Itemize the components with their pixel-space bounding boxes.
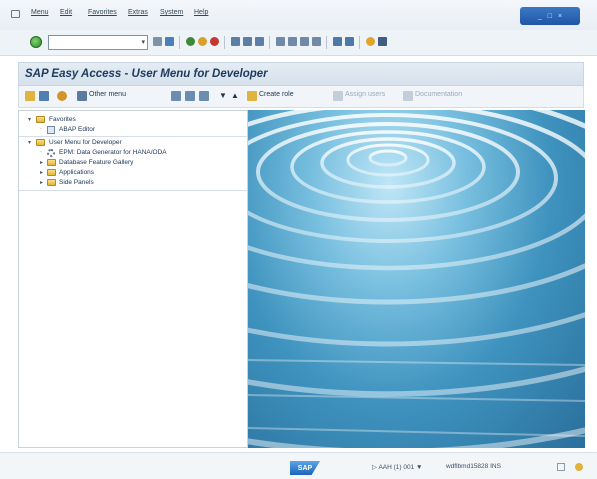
gear-icon: [47, 149, 55, 157]
documentation-button[interactable]: Documentation: [415, 91, 462, 98]
title-bar: SAP Easy Access - User Menu for Develope…: [18, 62, 584, 86]
menu-item-system[interactable]: System: [160, 9, 183, 16]
collapse-icon[interactable]: ▾: [28, 116, 31, 123]
leaf-marker-icon: ·: [40, 149, 42, 155]
command-input[interactable]: [49, 36, 135, 49]
toolbar-divider: [326, 36, 327, 49]
tree-node-label: Side Panels: [59, 179, 94, 186]
create-role-icon[interactable]: [247, 91, 257, 101]
page-title: SAP Easy Access - User Menu for Develope…: [25, 68, 268, 80]
save-icon[interactable]: [165, 37, 174, 46]
tree-node-label: EPM: Data Generator for HANA/ODA: [59, 149, 167, 156]
status-window-icon[interactable]: [557, 463, 565, 471]
last-page-icon[interactable]: [312, 37, 321, 46]
expand-icon[interactable]: ▸: [40, 179, 43, 186]
assign-users-icon: [333, 91, 343, 101]
back-history-icon[interactable]: [153, 37, 162, 46]
shortcut-icon[interactable]: [345, 37, 354, 46]
expand-icon[interactable]: ▸: [40, 159, 43, 166]
tree-node-label: Database Feature Gallery: [59, 159, 134, 166]
water-ripple-image: [248, 110, 585, 448]
menu-item-favorites[interactable]: Favorites: [88, 9, 117, 16]
folder-open-icon: [36, 116, 45, 123]
user-menu-icon[interactable]: [57, 91, 67, 101]
window-controls: _ □ ×: [520, 7, 580, 25]
enter-button[interactable]: [30, 36, 42, 48]
tree-node-label: ABAP Editor: [59, 126, 96, 133]
delete-favorite-icon[interactable]: [185, 91, 195, 101]
tree-node-abap-editor[interactable]: · ABAP Editor: [19, 125, 247, 135]
back-icon[interactable]: [186, 37, 195, 46]
toolbar-divider: [179, 36, 180, 49]
tree-node-side-panels[interactable]: ▸ Side Panels: [19, 178, 247, 188]
system-info[interactable]: ▷ AAH (1) 001 ▼: [372, 463, 422, 471]
collapse-icon[interactable]: ▾: [28, 139, 31, 146]
status-bar: SAP ▷ AAH (1) 001 ▼ wdflbmd15828 INS: [0, 452, 597, 479]
new-session-icon[interactable]: [333, 37, 342, 46]
menu-icon[interactable]: [25, 91, 35, 101]
sap-logo: SAP: [290, 461, 320, 475]
expand-icon[interactable]: ▸: [40, 169, 43, 176]
tree-node-favorites[interactable]: ▾ Favorites: [19, 115, 247, 125]
other-menu-button[interactable]: Other menu: [89, 91, 126, 98]
previous-page-icon[interactable]: [288, 37, 297, 46]
status-settings-icon[interactable]: [575, 463, 583, 471]
tree-node-label: User Menu for Developer: [49, 139, 122, 146]
add-favorite-icon[interactable]: [171, 91, 181, 101]
first-page-icon[interactable]: [276, 37, 285, 46]
customize-layout-icon[interactable]: [378, 37, 387, 46]
sap-menu-icon[interactable]: [39, 91, 49, 101]
splash-image: [248, 110, 585, 448]
tree-node-label: Favorites: [49, 116, 76, 123]
tree-node-applications[interactable]: ▸ Applications: [19, 168, 247, 178]
minimize-icon[interactable]: _: [538, 13, 542, 20]
tree-node-label: Applications: [59, 169, 95, 176]
standard-toolbar: ▾: [0, 30, 597, 56]
tree-divider: [19, 136, 247, 137]
command-field[interactable]: ▾: [48, 35, 148, 50]
leaf-marker-icon: ·: [40, 126, 42, 132]
change-favorite-icon[interactable]: [199, 91, 209, 101]
close-icon[interactable]: ×: [558, 13, 562, 20]
tree-node-user-menu[interactable]: ▾ User Menu for Developer: [19, 138, 247, 148]
assign-users-button[interactable]: Assign users: [345, 91, 385, 98]
cancel-icon[interactable]: [210, 37, 219, 46]
move-down-icon[interactable]: ▼: [219, 91, 227, 100]
menu-bar: Menu Edit Favorites Extras System Help _…: [0, 0, 597, 30]
tree-node-db-feature-gallery[interactable]: ▸ Database Feature Gallery: [19, 158, 247, 168]
application-toolbar: Other menu ▼ ▲ Create role Assign users …: [18, 86, 584, 108]
folder-open-icon: [36, 139, 45, 146]
print-icon[interactable]: [231, 37, 240, 46]
find-next-icon[interactable]: [255, 37, 264, 46]
find-icon[interactable]: [243, 37, 252, 46]
folder-icon: [47, 169, 56, 176]
toolbar-divider: [224, 36, 225, 49]
restore-icon[interactable]: □: [548, 13, 552, 20]
toolbar-divider: [359, 36, 360, 49]
exit-icon[interactable]: [198, 37, 207, 46]
chevron-down-icon[interactable]: ▾: [141, 38, 145, 46]
move-up-icon[interactable]: ▲: [231, 91, 239, 100]
window-menu-icon[interactable]: [11, 10, 20, 18]
transaction-icon: [47, 126, 55, 134]
next-page-icon[interactable]: [300, 37, 309, 46]
folder-icon: [47, 179, 56, 186]
menu-item-extras[interactable]: Extras: [128, 9, 148, 16]
create-role-button[interactable]: Create role: [259, 91, 294, 98]
folder-icon: [47, 159, 56, 166]
menu-item-help[interactable]: Help: [194, 9, 208, 16]
user-host-info: wdflbmd15828 INS: [446, 463, 501, 470]
tree-divider: [19, 190, 247, 191]
tree-node-epm-generator[interactable]: · EPM: Data Generator for HANA/ODA: [19, 148, 247, 158]
documentation-icon: [403, 91, 413, 101]
other-menu-icon[interactable]: [77, 91, 87, 101]
menu-tree: ▾ Favorites · ABAP Editor ▾ User Menu fo…: [18, 110, 248, 448]
menu-item-menu[interactable]: Menu: [31, 9, 49, 16]
menu-item-edit[interactable]: Edit: [60, 9, 72, 16]
help-icon[interactable]: [366, 37, 375, 46]
toolbar-divider: [269, 36, 270, 49]
